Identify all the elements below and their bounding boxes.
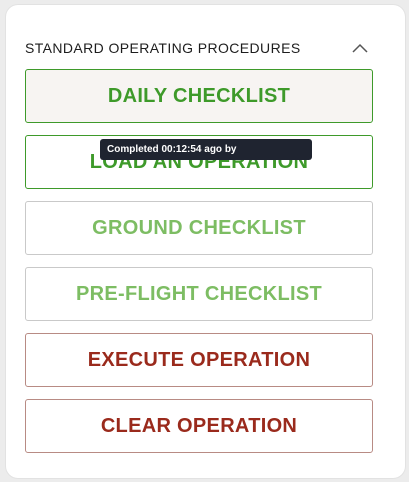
panel-title: STANDARD OPERATING PROCEDURES — [25, 40, 301, 56]
sop-panel-header: STANDARD OPERATING PROCEDURES — [25, 36, 377, 62]
collapse-button[interactable] — [349, 36, 371, 60]
daily-checklist-button[interactable]: DAILY CHECKLIST — [25, 69, 373, 123]
clear-operation-button[interactable]: CLEAR OPERATION — [25, 399, 373, 453]
chevron-up-icon — [352, 43, 368, 53]
pre-flight-checklist-button[interactable]: PRE-FLIGHT CHECKLIST — [25, 267, 373, 321]
ground-checklist-button[interactable]: GROUND CHECKLIST — [25, 201, 373, 255]
execute-operation-button[interactable]: EXECUTE OPERATION — [25, 333, 373, 387]
completion-tooltip: Completed 00:12:54 ago by — [100, 139, 312, 160]
